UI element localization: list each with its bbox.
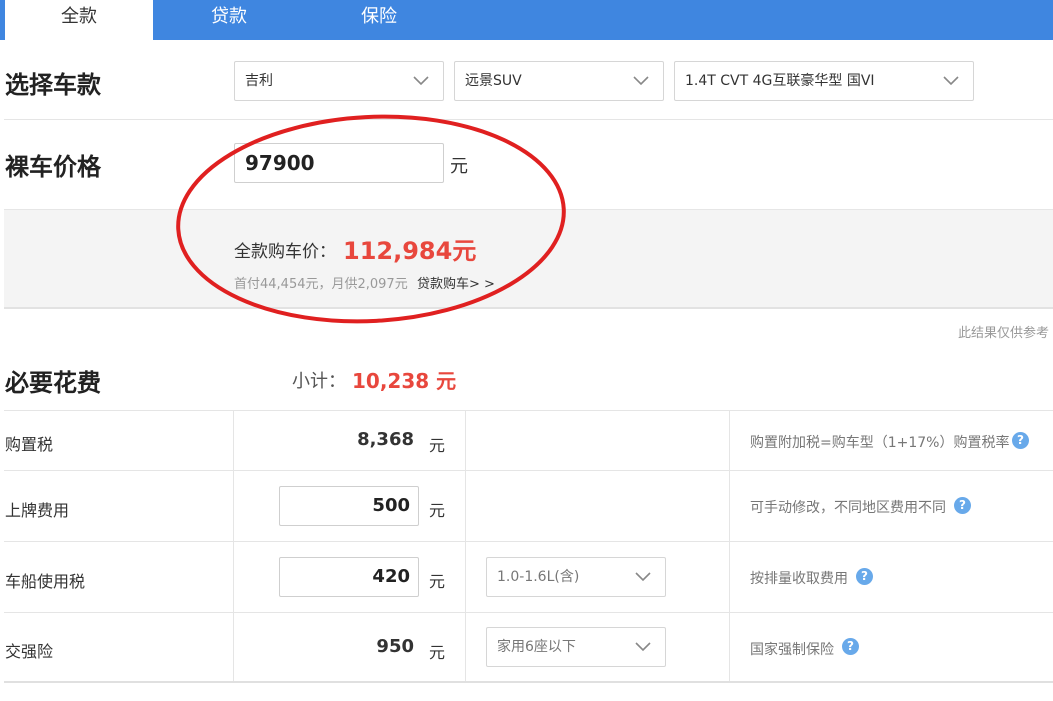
series-select-value: 远景SUV [465, 73, 522, 89]
bare-price-input[interactable]: 97900 [234, 143, 444, 183]
required-costs-title: 必要花费 [5, 369, 101, 397]
brand-select[interactable]: 吉利 [234, 61, 444, 101]
tab-bar: 全款 贷款 保险 [0, 0, 1053, 40]
result-panel [4, 209, 1053, 309]
seat-type-select-value: 家用6座以下 [497, 639, 576, 655]
tab-loan[interactable]: 贷款 [155, 0, 303, 40]
plate-fee-input[interactable]: 500 [279, 486, 419, 526]
series-select[interactable]: 远景SUV [454, 61, 664, 101]
table-top-border [4, 410, 1053, 411]
chevron-down-icon [635, 642, 651, 652]
compulsory-insurance-note: 国家强制保险 [750, 642, 834, 658]
total-price-value: 112,984元 [343, 237, 477, 265]
vehicle-tax-input[interactable]: 420 [279, 557, 419, 597]
bare-price-unit: 元 [450, 156, 468, 177]
subtotal-label: 小计： [292, 371, 346, 392]
purchase-tax-note: 购置附加税=购车型（1+17%）购置税率 [750, 435, 1010, 451]
help-icon[interactable]: ? [1012, 432, 1029, 449]
payment-summary: 首付44,454元，月供2,097元 [234, 277, 408, 292]
disclaimer-text: 此结果仅供参考 [957, 326, 1049, 341]
compulsory-insurance-value: 950 [376, 636, 414, 657]
trim-select-value: 1.4T CVT 4G互联豪华型 国VI [685, 73, 875, 89]
row-divider [4, 470, 1053, 471]
purchase-tax-unit: 元 [429, 436, 446, 455]
row-divider [4, 541, 1053, 542]
displacement-select[interactable]: 1.0-1.6L(含) [486, 557, 666, 597]
total-price-label: 全款购车价： [234, 242, 336, 262]
vehicle-tax-label: 车船使用税 [5, 572, 86, 591]
vehicle-tax-unit: 元 [429, 572, 446, 591]
plate-fee-note: 可手动修改，不同地区费用不同 [750, 500, 946, 516]
help-icon[interactable]: ? [856, 568, 873, 585]
column-divider [233, 410, 234, 681]
table-bottom-border [4, 681, 1053, 683]
compulsory-insurance-label: 交强险 [5, 642, 54, 661]
row-divider [4, 612, 1053, 613]
chevron-down-icon [635, 572, 651, 582]
bare-price-title: 裸车价格 [5, 153, 101, 181]
column-divider [729, 410, 730, 681]
tab-insurance[interactable]: 保险 [305, 0, 453, 40]
help-icon[interactable]: ? [842, 638, 859, 655]
column-divider [465, 410, 466, 681]
brand-select-value: 吉利 [245, 73, 273, 89]
divider [4, 119, 1053, 120]
select-model-title: 选择车款 [5, 71, 101, 99]
vehicle-tax-note: 按排量收取费用 [750, 571, 848, 587]
trim-select[interactable]: 1.4T CVT 4G互联豪华型 国VI [674, 61, 974, 101]
plate-fee-label: 上牌费用 [5, 501, 70, 520]
chevron-down-icon [413, 76, 429, 86]
loan-purchase-link[interactable]: 贷款购车> > [417, 273, 495, 292]
purchase-tax-value: 8,368 [357, 429, 414, 450]
chevron-down-icon [943, 76, 959, 86]
tab-full-payment[interactable]: 全款 [5, 0, 153, 40]
displacement-select-value: 1.0-1.6L(含) [497, 569, 580, 585]
chevron-down-icon [633, 76, 649, 86]
subtotal-value: 10,238 元 [352, 369, 457, 393]
help-icon[interactable]: ? [954, 497, 971, 514]
seat-type-select[interactable]: 家用6座以下 [486, 627, 666, 667]
compulsory-insurance-unit: 元 [429, 643, 446, 662]
plate-fee-unit: 元 [429, 501, 446, 520]
purchase-tax-label: 购置税 [5, 435, 54, 454]
